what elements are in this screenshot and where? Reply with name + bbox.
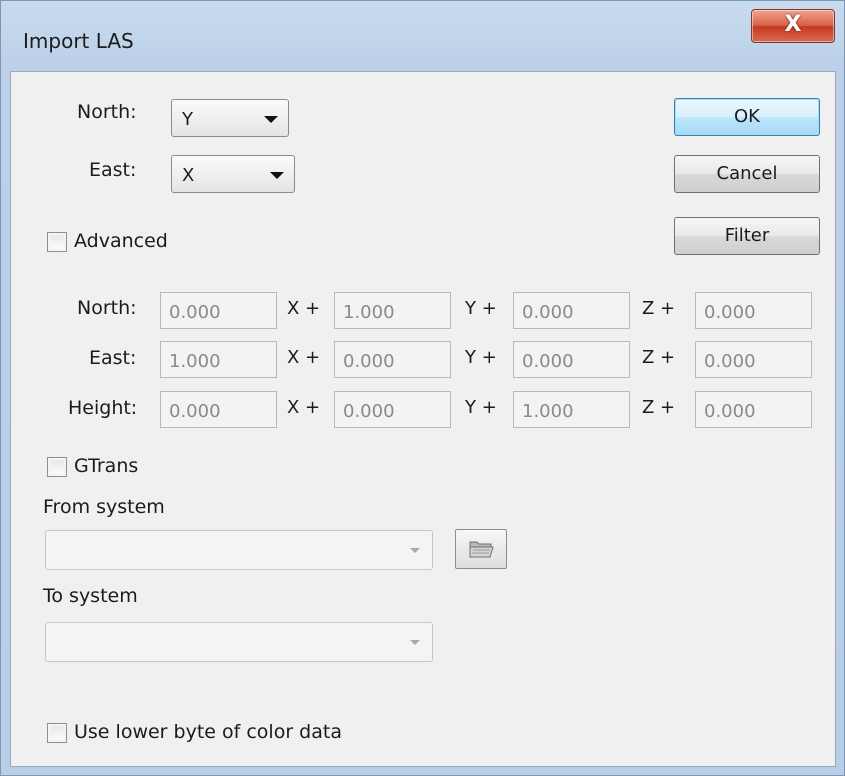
operator-label: Y + [465,347,497,368]
north-z-coef[interactable]: 0.000 [513,292,630,329]
operator-label: Y + [465,397,497,418]
east-axis-select[interactable]: X [171,155,295,193]
matrix-row-north-label: North: [77,297,137,319]
height-x-coef[interactable]: 0.000 [160,391,277,428]
north-offset[interactable]: 0.000 [695,292,812,329]
close-icon: X [784,12,802,37]
filter-button[interactable]: Filter [674,217,820,255]
east-x-coef[interactable]: 1.000 [160,341,277,378]
north-y-coef[interactable]: 1.000 [334,292,451,329]
east-y-coef[interactable]: 0.000 [334,341,451,378]
lower-byte-color-label: Use lower byte of color data [74,721,342,743]
east-z-coef[interactable]: 0.000 [513,341,630,378]
from-system-label: From system [43,496,165,518]
import-las-dialog: Import LAS X North: Y East: X OK Cancel … [0,0,845,776]
to-system-label: To system [43,585,138,607]
height-y-coef[interactable]: 0.000 [334,391,451,428]
chevron-down-icon [410,640,420,645]
operator-label: Z + [642,347,676,368]
advanced-checkbox[interactable] [47,232,67,252]
dialog-body: North: Y East: X OK Cancel Filter Advanc… [10,71,836,767]
gtrans-label: GTrans [74,455,139,477]
chevron-down-icon [264,116,278,123]
north-axis-select[interactable]: Y [171,99,289,137]
title-bar[interactable]: Import LAS X [1,1,844,71]
folder-browse-icon [469,541,494,558]
east-axis-label: East: [89,159,137,181]
east-offset[interactable]: 0.000 [695,341,812,378]
to-system-select[interactable] [45,622,433,662]
ok-button[interactable]: OK [674,98,820,136]
gtrans-checkbox[interactable] [47,457,67,477]
matrix-row-height-label: Height: [68,397,138,419]
east-axis-value: X [182,165,195,186]
chevron-down-icon [270,172,284,179]
height-offset[interactable]: 0.000 [695,391,812,428]
north-axis-label: North: [77,101,137,123]
operator-label: X + [287,347,321,368]
advanced-label: Advanced [74,230,168,252]
operator-label: X + [287,298,321,319]
from-system-select[interactable] [45,530,433,570]
lower-byte-color-checkbox[interactable] [47,723,67,743]
window-title: Import LAS [23,29,134,53]
chevron-down-icon [410,548,420,553]
matrix-row-east-label: East: [89,347,137,369]
operator-label: X + [287,397,321,418]
operator-label: Z + [642,397,676,418]
north-axis-value: Y [182,109,193,130]
operator-label: Y + [465,298,497,319]
cancel-button[interactable]: Cancel [674,155,820,193]
height-z-coef[interactable]: 1.000 [513,391,630,428]
browse-folder-button[interactable] [455,529,507,569]
north-x-coef[interactable]: 0.000 [160,292,277,329]
close-button[interactable]: X [751,9,835,43]
operator-label: Z + [642,298,676,319]
